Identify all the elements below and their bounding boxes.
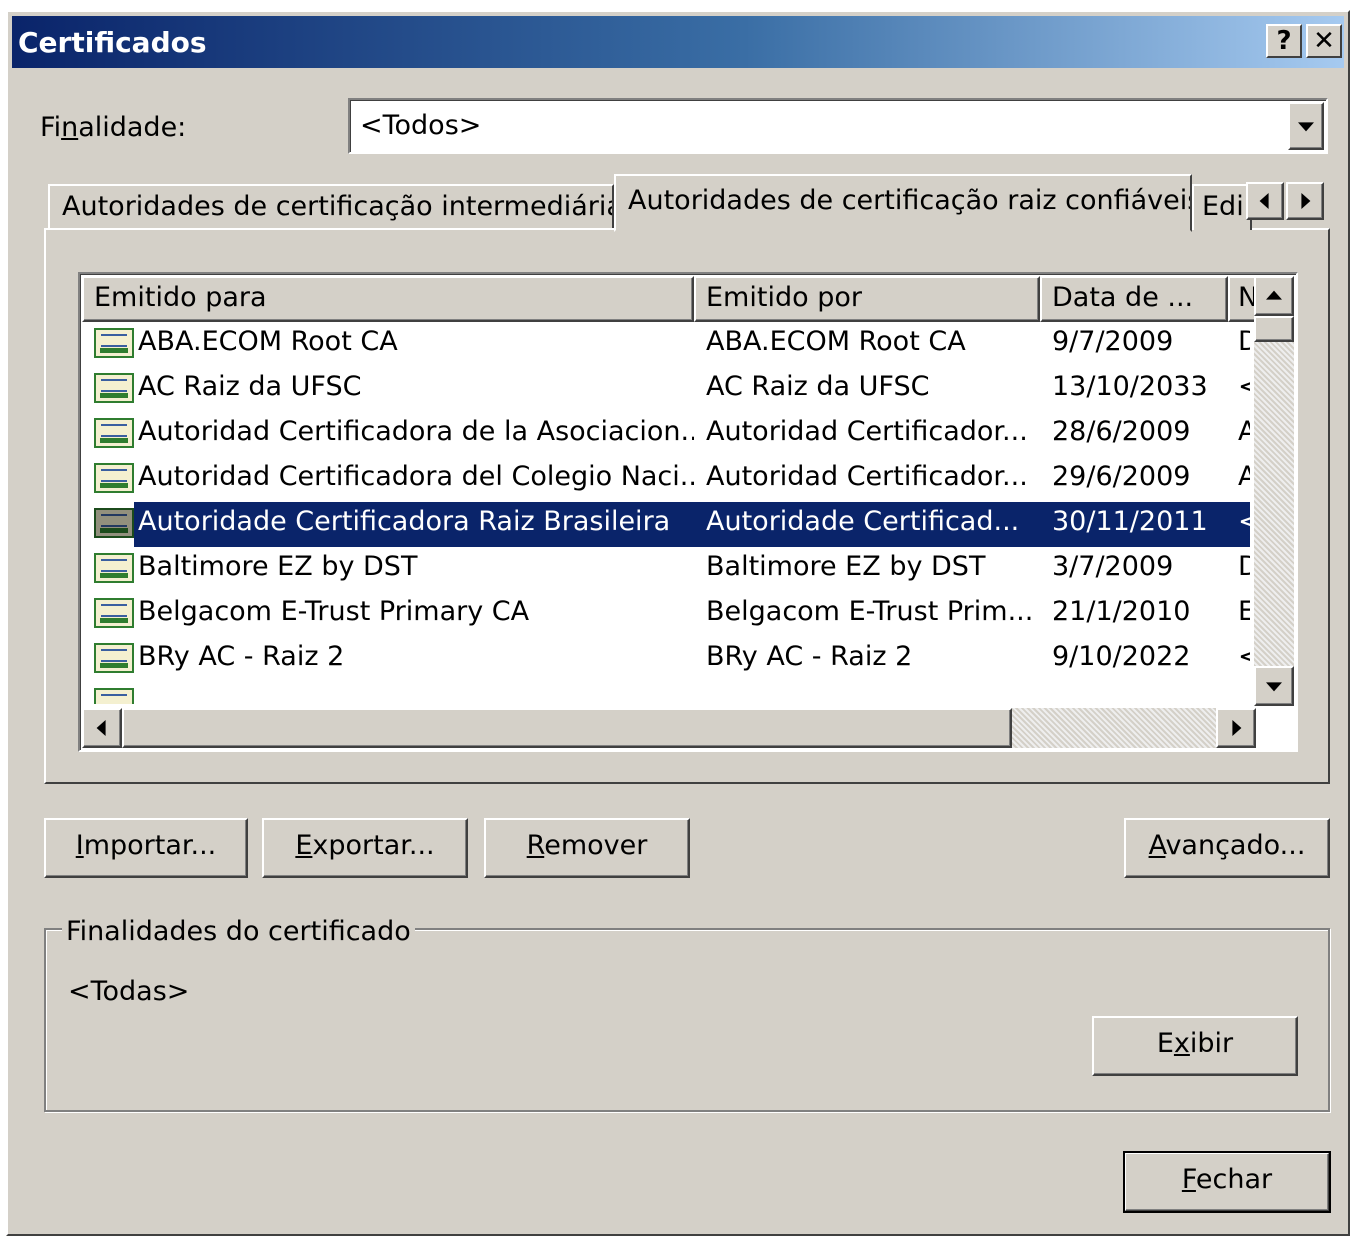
cell-issued-by: Baltimore EZ by DST	[706, 551, 986, 582]
cell-issued-to: Baltimore EZ by DST	[138, 551, 418, 582]
cell-friendly-name: E	[1238, 596, 1250, 627]
title-bar[interactable]: Certificados ? ✕	[12, 16, 1344, 68]
tab-intermediate-cas[interactable]: Autoridades de certificação intermediári…	[48, 184, 614, 230]
cell-expiration: 9/10/2022	[1052, 641, 1191, 672]
certificate-purposes-title: Finalidades do certificado	[62, 916, 415, 947]
cell-issued-to: Autoridad Certificadora de la Asociacion…	[138, 416, 694, 447]
tab-scroll-right-button[interactable]	[1286, 182, 1324, 220]
close-button[interactable]: Fechar	[1123, 1151, 1331, 1213]
vertical-scrollbar[interactable]	[1254, 276, 1294, 706]
column-header-expiration[interactable]: Data de ...	[1040, 276, 1228, 322]
certificate-purposes-value: <Todas>	[68, 976, 190, 1007]
cell-issued-to: BRy AC - Raiz 2	[138, 641, 345, 672]
cell-issued-to: ABA.ECOM Root CA	[138, 326, 398, 357]
certificate-icon	[94, 508, 134, 538]
remove-button[interactable]: Remover	[484, 818, 690, 878]
certificates-dialog: Certificados ? ✕ Finalidade: <Todos> Aut…	[6, 10, 1350, 1236]
horizontal-scrollbar[interactable]	[82, 708, 1256, 748]
tab-trusted-root-cas[interactable]: Autoridades de certificação raiz confiáv…	[614, 174, 1192, 232]
cell-expiration: 13/10/2033	[1052, 371, 1208, 402]
tab-scroll-left-button[interactable]	[1246, 182, 1284, 220]
scroll-left-button[interactable]	[82, 708, 122, 748]
table-row[interactable]: Autoridad Certificadora del Colegio Naci…	[82, 457, 1250, 502]
cell-issued-by: Autoridade Certificad...	[706, 506, 1020, 537]
column-header-issued-by[interactable]: Emitido por	[694, 276, 1040, 322]
certificate-icon	[94, 643, 134, 673]
cell-friendly-name: <	[1238, 641, 1250, 672]
table-row[interactable]: Baltimore EZ by DST Baltimore EZ by DST …	[82, 547, 1250, 592]
import-button[interactable]: Importar...	[44, 818, 248, 878]
help-button[interactable]: ?	[1266, 24, 1302, 58]
horizontal-scroll-thumb[interactable]	[122, 708, 1012, 748]
scroll-right-button[interactable]	[1216, 708, 1256, 748]
certificate-icon	[94, 688, 134, 704]
advanced-button[interactable]: Avançado...	[1124, 818, 1330, 878]
cell-issued-by: ABA.ECOM Root CA	[706, 326, 966, 357]
certificate-icon	[94, 598, 134, 628]
certificate-icon	[94, 463, 134, 493]
cell-friendly-name: A	[1238, 461, 1250, 492]
cell-friendly-name: D	[1238, 326, 1250, 357]
cell-issued-to: Autoridad Certificadora del Colegio Naci…	[138, 461, 694, 492]
table-row-selected[interactable]: Autoridade Certificadora Raiz Brasileira…	[82, 502, 1250, 547]
column-header-issued-to[interactable]: Emitido para	[82, 276, 694, 322]
cell-expiration: 29/6/2009	[1052, 461, 1191, 492]
cell-friendly-name: <	[1238, 506, 1250, 537]
cell-friendly-name: <	[1238, 371, 1250, 402]
certificate-icon	[94, 373, 134, 403]
cell-issued-to: Belgacom E-Trust Primary CA	[138, 596, 530, 627]
purpose-dropdown[interactable]: <Todos>	[348, 98, 1328, 154]
vertical-scroll-thumb[interactable]	[1254, 316, 1294, 342]
purpose-dropdown-value: <Todos>	[360, 110, 482, 141]
tab-publishers[interactable]: Edi	[1192, 184, 1252, 230]
close-window-button[interactable]: ✕	[1306, 24, 1342, 58]
certificate-icon	[94, 418, 134, 448]
cell-friendly-name: A	[1238, 416, 1250, 447]
certificate-list[interactable]: Emitido para Emitido por Data de ... N A…	[78, 272, 1298, 752]
table-row[interactable]: Belgacom E-Trust Primary CA Belgacom E-T…	[82, 592, 1250, 637]
purpose-label: Finalidade:	[40, 112, 187, 143]
cell-issued-to: Autoridade Certificadora Raiz Brasileira	[138, 506, 671, 537]
table-row[interactable]: BRy AC - Raiz 2 BRy AC - Raiz 2 9/10/202…	[82, 637, 1250, 682]
table-row[interactable]: Autoridad Certificadora de la Asociacion…	[82, 412, 1250, 457]
cell-expiration: 3/7/2009	[1052, 551, 1174, 582]
table-row[interactable]: AC Raiz da UFSC AC Raiz da UFSC 13/10/20…	[82, 367, 1250, 412]
certificate-icon	[94, 553, 134, 583]
cell-issued-by: BRy AC - Raiz 2	[706, 641, 913, 672]
cell-expiration: 28/6/2009	[1052, 416, 1191, 447]
cell-friendly-name: D	[1238, 551, 1250, 582]
cell-issued-to: AC Raiz da UFSC	[138, 371, 362, 402]
scroll-up-button[interactable]	[1254, 276, 1294, 316]
cell-issued-by: AC Raiz da UFSC	[706, 371, 930, 402]
chevron-down-icon[interactable]	[1288, 102, 1324, 150]
scroll-down-button[interactable]	[1254, 666, 1294, 706]
cell-issued-by: Autoridad Certificador...	[706, 416, 1028, 447]
cell-issued-by: Belgacom E-Trust Prim...	[706, 596, 1034, 627]
table-row-partial[interactable]	[82, 682, 1248, 704]
table-row[interactable]: ABA.ECOM Root CA ABA.ECOM Root CA 9/7/20…	[82, 322, 1250, 367]
export-button[interactable]: Exportar...	[262, 818, 468, 878]
window-title: Certificados	[18, 26, 207, 59]
view-button[interactable]: Exibir	[1092, 1016, 1298, 1076]
certificate-icon	[94, 328, 134, 358]
cell-expiration: 30/11/2011	[1052, 506, 1208, 537]
cell-expiration: 9/7/2009	[1052, 326, 1174, 357]
cell-issued-by: Autoridad Certificador...	[706, 461, 1028, 492]
cell-expiration: 21/1/2010	[1052, 596, 1191, 627]
